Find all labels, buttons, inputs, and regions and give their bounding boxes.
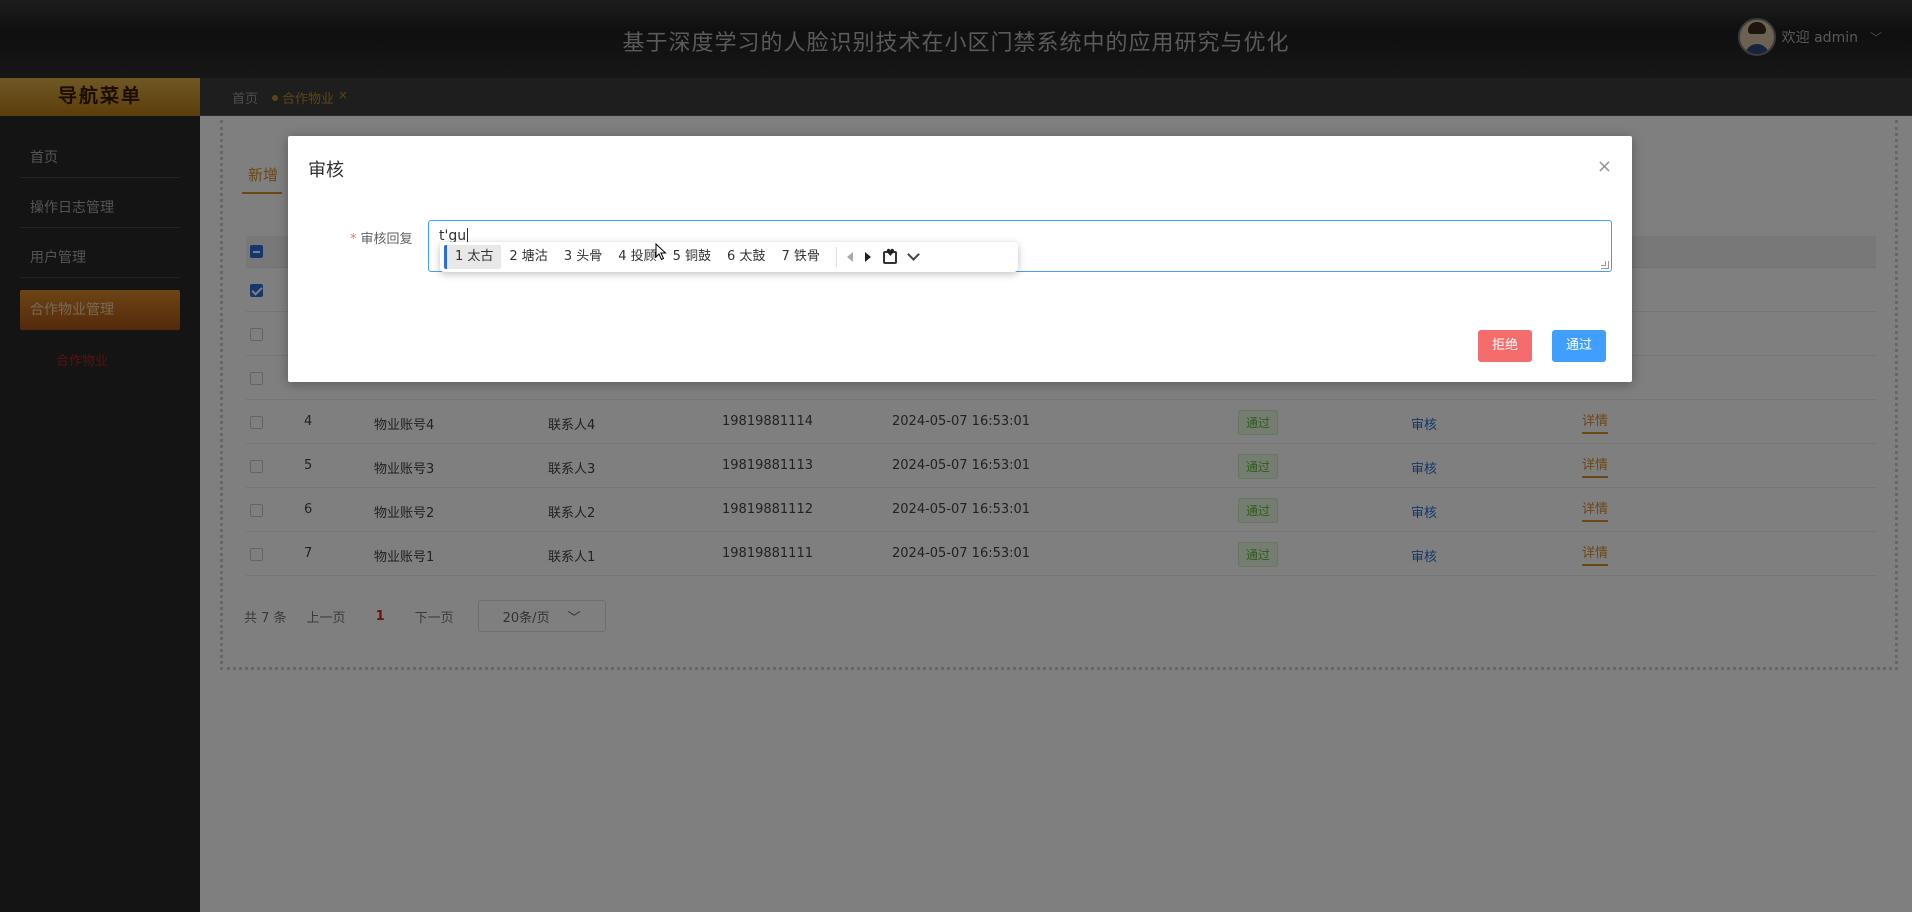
- review-dialog: 审核 × * 审核回复 t'gu 1 太古 2 塘沽 3 头骨 4 投顾 5 铜鼓…: [288, 136, 1632, 382]
- ime-candidate[interactable]: 3 头骨: [556, 245, 610, 269]
- dialog-title: 审核: [308, 160, 344, 181]
- ime-candidate[interactable]: 1 太古: [444, 245, 502, 269]
- review-reply-label-text: 审核回复: [360, 232, 413, 247]
- text-caret: [467, 228, 469, 242]
- required-star: *: [350, 232, 357, 247]
- mouse-cursor-icon: [655, 243, 667, 261]
- review-reply-label: * 审核回复: [350, 228, 413, 247]
- pass-button[interactable]: 通过: [1552, 330, 1607, 362]
- ime-prev-page-icon[interactable]: [846, 252, 853, 262]
- ime-controls: [835, 247, 926, 267]
- reject-button[interactable]: 拒绝: [1478, 330, 1533, 362]
- ime-candidate-bar: 1 太古 2 塘沽 3 头骨 4 投顾 5 铜鼓 6 太鼓 7 铁骨: [440, 242, 1018, 272]
- ime-candidate[interactable]: 5 铜鼓: [665, 245, 719, 269]
- ime-next-page-icon[interactable]: [864, 252, 871, 262]
- ime-expand-chevron-icon[interactable]: [906, 248, 920, 261]
- close-icon[interactable]: ×: [1597, 156, 1612, 177]
- resize-handle-icon[interactable]: [1601, 261, 1609, 269]
- ime-favorite-icon[interactable]: [882, 248, 897, 264]
- ime-candidate[interactable]: 6 太鼓: [719, 245, 773, 269]
- ime-candidate[interactable]: 7 铁骨: [773, 245, 827, 269]
- ime-candidate[interactable]: 2 塘沽: [501, 245, 555, 269]
